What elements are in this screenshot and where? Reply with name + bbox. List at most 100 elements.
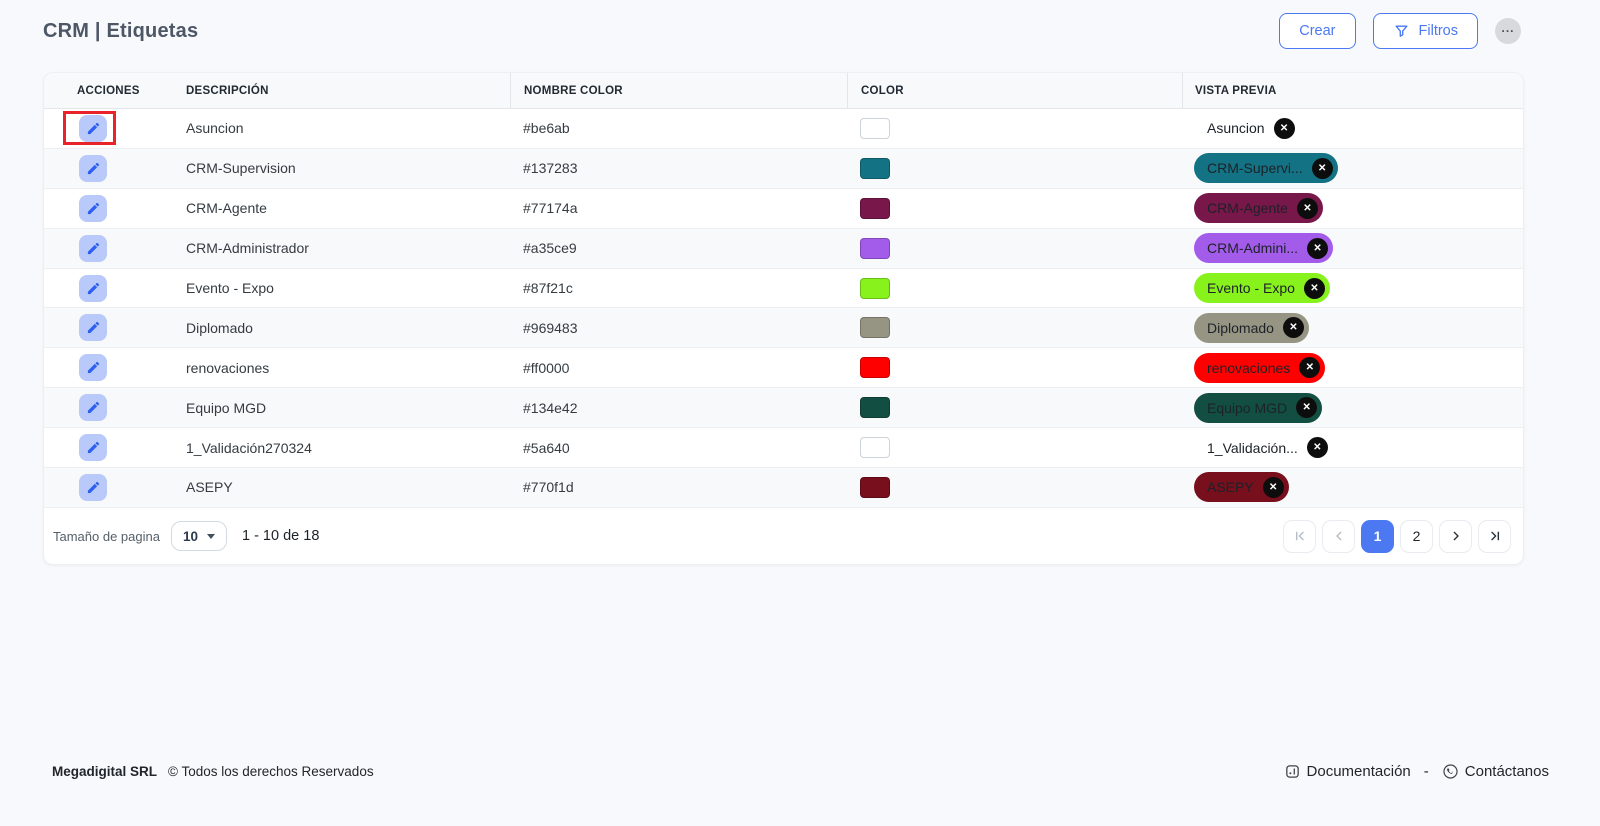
preview-cell: Asuncion ✕: [1182, 113, 1523, 143]
edit-button[interactable]: [79, 195, 107, 222]
x-circle-icon[interactable]: ✕: [1312, 158, 1333, 179]
preview-chip-label: CRM-Agente: [1207, 200, 1288, 216]
color-swatch: [860, 278, 890, 299]
preview-cell: CRM-Supervi... ✕: [1182, 153, 1523, 183]
row-color-name: #ff0000: [510, 360, 847, 376]
x-circle-icon[interactable]: ✕: [1304, 278, 1325, 299]
footer-copyright: Megadigital SRL © Todos los derechos Res…: [52, 764, 374, 779]
edit-button[interactable]: [79, 394, 107, 421]
footer-separator: -: [1424, 763, 1429, 780]
table-row: CRM-Supervision #137283 CRM-Supervi... ✕: [44, 149, 1523, 189]
row-description: CRM-Supervision: [172, 160, 510, 176]
preview-chip: CRM-Supervi... ✕: [1194, 153, 1338, 183]
last-page-button[interactable]: [1478, 520, 1511, 553]
filters-button[interactable]: Filtros: [1373, 13, 1478, 49]
preview-chip-label: Evento - Expo: [1207, 280, 1295, 296]
actions-cell: [44, 394, 172, 421]
preview-chip: CRM-Admini... ✕: [1194, 233, 1333, 263]
preview-cell: CRM-Agente ✕: [1182, 193, 1523, 223]
table-header-row: ACCIONES DESCRIPCIÓN NOMBRE COLOR COLOR …: [44, 73, 1523, 109]
funnel-icon: [1393, 23, 1410, 40]
page-size-select[interactable]: 10: [171, 521, 227, 551]
table-row: Equipo MGD #134e42 Equipo MGD ✕: [44, 388, 1523, 428]
edit-button[interactable]: [79, 314, 107, 341]
edit-button[interactable]: [79, 354, 107, 381]
page-button-2[interactable]: 2: [1400, 520, 1433, 553]
edit-button[interactable]: [79, 275, 107, 302]
phone-icon: [1442, 763, 1459, 780]
row-color-name: #be6ab: [510, 120, 847, 136]
preview-chip-label: Asuncion: [1207, 120, 1265, 136]
actions-cell: [44, 195, 172, 222]
preview-chip-label: Equipo MGD: [1207, 400, 1287, 416]
preview-chip-label: CRM-Supervi...: [1207, 160, 1303, 176]
color-swatch: [860, 118, 890, 139]
documentation-link[interactable]: Documentación: [1284, 763, 1411, 780]
actions-cell: [44, 354, 172, 381]
edit-button[interactable]: [79, 155, 107, 182]
pencil-icon: [86, 281, 101, 296]
actions-cell: [44, 314, 172, 341]
x-circle-icon[interactable]: ✕: [1296, 397, 1317, 418]
prev-page-button[interactable]: [1322, 520, 1355, 553]
row-color-name: #137283: [510, 160, 847, 176]
x-circle-icon[interactable]: ✕: [1299, 357, 1320, 378]
x-circle-icon[interactable]: ✕: [1274, 118, 1295, 139]
table-row: Asuncion #be6ab Asuncion ✕: [44, 109, 1523, 149]
actions-cell: [44, 115, 172, 142]
row-description: Equipo MGD: [172, 400, 510, 416]
page-title: CRM | Etiquetas: [43, 20, 198, 43]
color-cell: [847, 238, 1182, 259]
row-description: renovaciones: [172, 360, 510, 376]
last-page-icon: [1487, 528, 1503, 544]
color-cell: [847, 397, 1182, 418]
preview-chip: Asuncion ✕: [1194, 113, 1300, 143]
color-cell: [847, 278, 1182, 299]
topbar: CRM | Etiquetas Crear Filtros ...: [0, 0, 1600, 62]
row-color-name: #969483: [510, 320, 847, 336]
topbar-actions: Crear Filtros ...: [1279, 13, 1521, 49]
table-row: Evento - Expo #87f21c Evento - Expo ✕: [44, 269, 1523, 309]
contact-link[interactable]: Contáctanos: [1442, 763, 1549, 780]
color-swatch: [860, 238, 890, 259]
first-page-button[interactable]: [1283, 520, 1316, 553]
caret-down-icon: [207, 534, 215, 539]
column-header-vista-previa: VISTA PREVIA: [1182, 73, 1523, 108]
color-cell: [847, 357, 1182, 378]
contact-label: Contáctanos: [1465, 763, 1549, 780]
preview-cell: 1_Validación... ✕: [1182, 433, 1523, 463]
footer: Megadigital SRL © Todos los derechos Res…: [0, 753, 1600, 789]
edit-button[interactable]: [79, 474, 107, 501]
x-circle-icon[interactable]: ✕: [1283, 317, 1304, 338]
color-swatch: [860, 317, 890, 338]
documentation-label: Documentación: [1307, 763, 1411, 780]
x-circle-icon[interactable]: ✕: [1307, 238, 1328, 259]
edit-button[interactable]: [79, 115, 107, 142]
x-circle-icon[interactable]: ✕: [1307, 437, 1328, 458]
column-header-color: COLOR: [847, 73, 1182, 108]
chevron-left-icon: [1331, 528, 1347, 544]
x-circle-icon[interactable]: ✕: [1263, 477, 1284, 498]
edit-button[interactable]: [79, 434, 107, 461]
create-button[interactable]: Crear: [1279, 13, 1355, 49]
color-cell: [847, 477, 1182, 498]
x-circle-icon[interactable]: ✕: [1297, 198, 1318, 219]
column-header-nombre-color: NOMBRE COLOR: [510, 73, 847, 108]
row-color-name: #87f21c: [510, 280, 847, 296]
more-options-button[interactable]: ...: [1495, 18, 1521, 44]
pencil-icon: [86, 320, 101, 335]
page-button-1[interactable]: 1: [1361, 520, 1394, 553]
row-color-name: #134e42: [510, 400, 847, 416]
row-color-name: #5a640: [510, 440, 847, 456]
pagination-range: 1 - 10 de 18: [242, 528, 319, 544]
color-cell: [847, 437, 1182, 458]
actions-cell: [44, 235, 172, 262]
edit-button[interactable]: [79, 235, 107, 262]
table-row: renovaciones #ff0000 renovaciones ✕: [44, 348, 1523, 388]
next-page-button[interactable]: [1439, 520, 1472, 553]
pencil-icon: [86, 161, 101, 176]
row-description: ASEPY: [172, 479, 510, 495]
preview-cell: Diplomado ✕: [1182, 313, 1523, 343]
column-header-acciones: ACCIONES: [44, 73, 172, 108]
footer-links: Documentación - Contáctanos: [1284, 763, 1549, 780]
